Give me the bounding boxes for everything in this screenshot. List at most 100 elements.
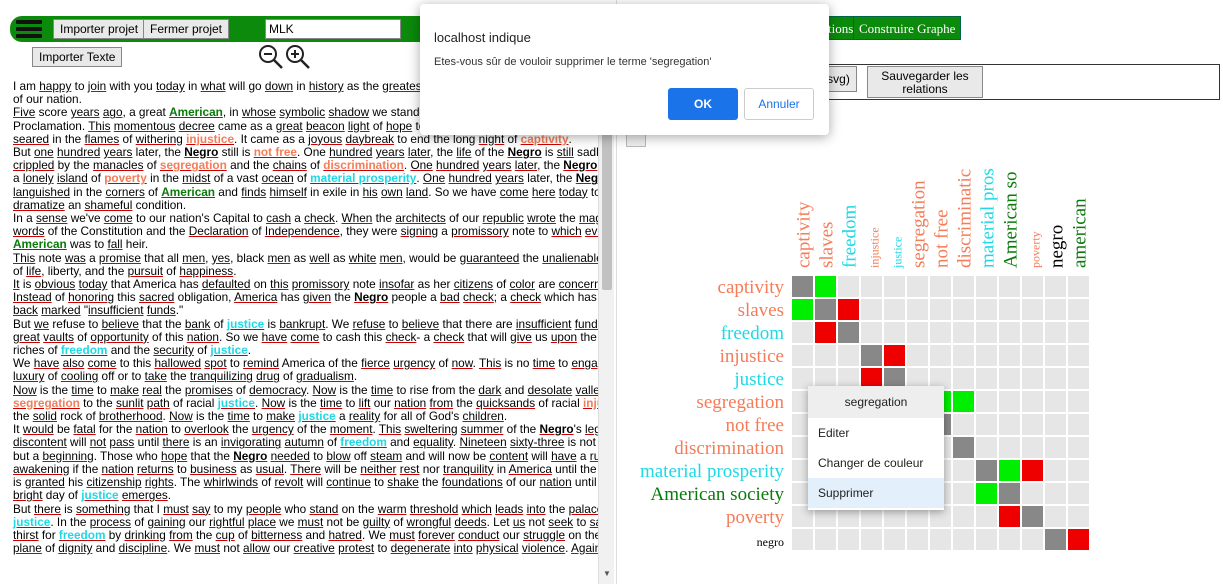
matrix-column-label[interactable]: slaves: [817, 222, 838, 268]
term-highlight[interactable]: Negro: [184, 145, 218, 159]
matrix-row-label[interactable]: slaves: [738, 300, 784, 321]
matrix-cell[interactable]: [1045, 368, 1066, 389]
matrix-cell[interactable]: [999, 368, 1020, 389]
term-highlight[interactable]: freedom: [59, 528, 106, 542]
matrix-cell[interactable]: [884, 276, 905, 297]
term-highlight[interactable]: Negro: [508, 145, 542, 159]
matrix-cell[interactable]: [815, 529, 836, 550]
matrix-cell[interactable]: [838, 322, 859, 343]
matrix-cell[interactable]: [976, 276, 997, 297]
matrix-cell[interactable]: [953, 368, 974, 389]
matrix-row-label[interactable]: justice: [733, 369, 784, 390]
matrix-cell[interactable]: [1045, 391, 1066, 412]
edit-menu-item[interactable]: Editer: [808, 418, 944, 448]
matrix-cell[interactable]: [861, 345, 882, 366]
matrix-cell[interactable]: [1045, 529, 1066, 550]
matrix-cell[interactable]: [1045, 276, 1066, 297]
matrix-cell[interactable]: [1045, 414, 1066, 435]
matrix-cell[interactable]: [1068, 529, 1089, 550]
term-highlight[interactable]: justice: [298, 409, 335, 423]
matrix-cell[interactable]: [953, 299, 974, 320]
term-highlight[interactable]: American: [13, 237, 67, 251]
matrix-column-label[interactable]: segregation: [909, 180, 930, 268]
matrix-cell[interactable]: [953, 322, 974, 343]
close-project-button[interactable]: Fermer projet: [143, 19, 230, 39]
matrix-cell[interactable]: [1068, 506, 1089, 527]
matrix-cell[interactable]: [815, 322, 836, 343]
matrix-cell[interactable]: [976, 414, 997, 435]
matrix-cell[interactable]: [1045, 460, 1066, 481]
matrix-cell[interactable]: [976, 299, 997, 320]
term-highlight[interactable]: segregation: [13, 396, 80, 410]
cooccurrence-matrix[interactable]: captivity slaves freedom injustice justice se…: [616, 100, 1223, 584]
matrix-cell[interactable]: [953, 414, 974, 435]
matrix-cell[interactable]: [976, 529, 997, 550]
term-highlight[interactable]: justice: [13, 515, 50, 529]
matrix-cell[interactable]: [953, 460, 974, 481]
matrix-cell[interactable]: [1022, 322, 1043, 343]
matrix-cell[interactable]: [953, 529, 974, 550]
matrix-cell[interactable]: [1022, 529, 1043, 550]
matrix-cell[interactable]: [999, 414, 1020, 435]
matrix-cell[interactable]: [1068, 322, 1089, 343]
matrix-cell[interactable]: [976, 483, 997, 504]
matrix-cell[interactable]: [930, 345, 951, 366]
import-text-button[interactable]: Importer Texte: [32, 47, 123, 67]
matrix-cell[interactable]: [999, 299, 1020, 320]
matrix-cell[interactable]: [792, 345, 813, 366]
matrix-cell[interactable]: [792, 322, 813, 343]
matrix-cell[interactable]: [861, 322, 882, 343]
matrix-cell[interactable]: [838, 529, 859, 550]
term-highlight[interactable]: freedom: [61, 343, 108, 357]
matrix-cell[interactable]: [953, 276, 974, 297]
term-highlight[interactable]: Negro: [563, 158, 597, 172]
term-highlight[interactable]: injustice: [583, 396, 598, 410]
zoom-out-icon[interactable]: [258, 44, 284, 70]
matrix-cell[interactable]: [884, 299, 905, 320]
matrix-cell[interactable]: [953, 391, 974, 412]
matrix-column-label[interactable]: material pros: [978, 168, 999, 268]
matrix-cell[interactable]: [999, 437, 1020, 458]
matrix-cell[interactable]: [1068, 483, 1089, 504]
matrix-cell[interactable]: [1022, 345, 1043, 366]
matrix-column-label[interactable]: injustice: [868, 227, 882, 268]
matrix-cell[interactable]: [1022, 299, 1043, 320]
matrix-row-label[interactable]: injustice: [720, 346, 784, 367]
term-highlight[interactable]: Negro: [354, 290, 388, 304]
matrix-cell[interactable]: [1045, 299, 1066, 320]
matrix-cell[interactable]: [792, 529, 813, 550]
matrix-cell[interactable]: [1068, 345, 1089, 366]
matrix-row-label[interactable]: American society: [651, 484, 785, 505]
text-scrollbar[interactable]: ▼: [598, 80, 614, 584]
matrix-cell[interactable]: [976, 391, 997, 412]
matrix-column-label[interactable]: poverty: [1029, 231, 1043, 268]
term-highlight[interactable]: freedom: [340, 435, 387, 449]
matrix-cell[interactable]: [1022, 437, 1043, 458]
term-highlight[interactable]: justice: [218, 396, 255, 410]
matrix-cell[interactable]: [815, 276, 836, 297]
matrix-cell[interactable]: [1045, 322, 1066, 343]
matrix-cell[interactable]: [907, 276, 928, 297]
matrix-row-label[interactable]: poverty: [726, 507, 785, 528]
matrix-cell[interactable]: [1022, 483, 1043, 504]
matrix-cell[interactable]: [884, 345, 905, 366]
term-highlight[interactable]: discrimination: [323, 158, 404, 172]
matrix-cell[interactable]: [976, 322, 997, 343]
matrix-cell[interactable]: [1068, 460, 1089, 481]
matrix-cell[interactable]: [999, 529, 1020, 550]
term-highlight[interactable]: Negro: [233, 449, 267, 463]
matrix-cell[interactable]: [953, 345, 974, 366]
matrix-row-label[interactable]: not free: [725, 415, 784, 436]
term-highlight[interactable]: American: [169, 105, 223, 119]
matrix-column-label[interactable]: negro: [1047, 225, 1068, 268]
matrix-cell[interactable]: [792, 299, 813, 320]
matrix-cell[interactable]: [953, 483, 974, 504]
build-graph-button[interactable]: Construire Graphe: [853, 16, 962, 40]
matrix-cell[interactable]: [1022, 460, 1043, 481]
matrix-column-label[interactable]: American so: [1001, 171, 1022, 268]
matrix-cell[interactable]: [976, 345, 997, 366]
matrix-cell[interactable]: [861, 276, 882, 297]
zoom-in-icon[interactable]: [285, 44, 311, 70]
matrix-cell[interactable]: [838, 276, 859, 297]
matrix-cell[interactable]: [1068, 391, 1089, 412]
